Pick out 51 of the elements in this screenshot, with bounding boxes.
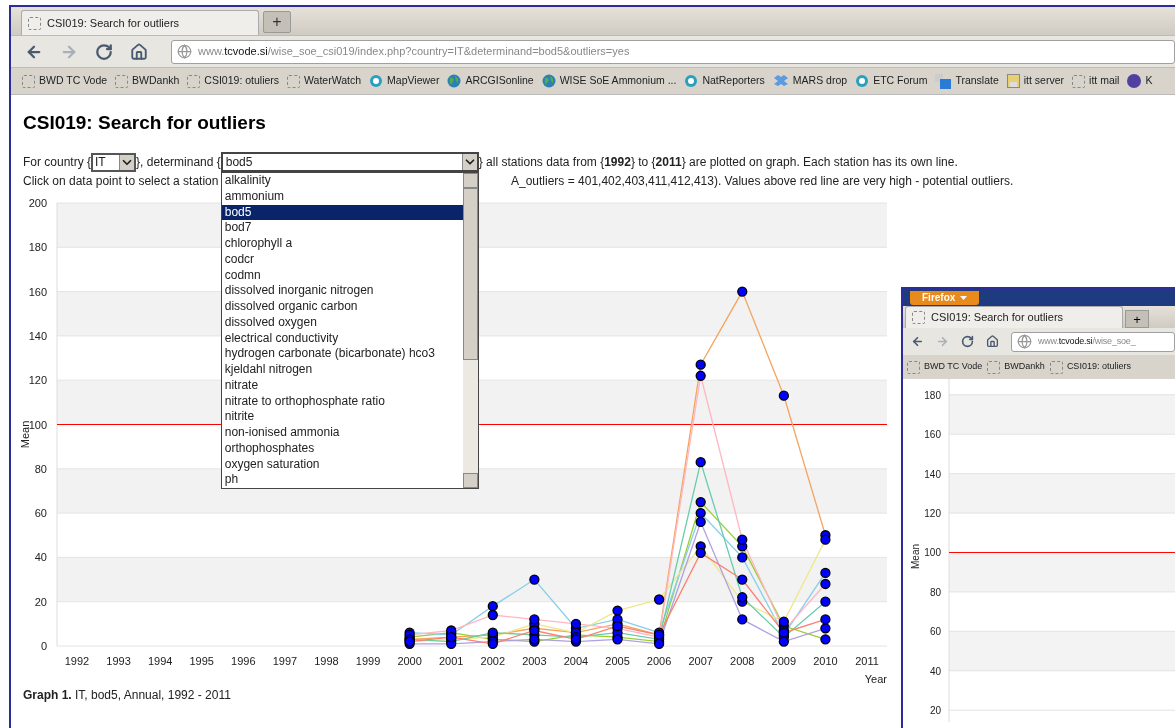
x-axis-label: Year [864, 673, 887, 685]
x-tick-label: 2009 [771, 655, 797, 667]
url-text: www.tcvode.si/wise_soe_ [1038, 334, 1136, 348]
x-tick-label: 1994 [147, 655, 173, 667]
x-tick-label: 1992 [64, 655, 90, 667]
y-tick-label: 100 [28, 418, 47, 431]
x-tick-label: 2005 [605, 655, 630, 667]
y-tick-label: 200 [28, 197, 47, 209]
x-tick-label: 1999 [355, 655, 381, 667]
x-tick-label: 2007 [688, 655, 713, 667]
y-tick-label: 120 [28, 374, 47, 387]
y-tick-label: 40 [929, 665, 941, 677]
y-tick-label: 0 [40, 640, 47, 652]
x-tick-label: 2006 [646, 655, 672, 667]
x-tick-label: 1995 [189, 655, 214, 667]
x-tick-label: 2002 [480, 655, 506, 667]
y-tick-label: 20 [929, 705, 941, 717]
y-tick-label: 80 [34, 462, 47, 475]
x-tick-label: 2010 [813, 655, 838, 667]
y-axis-label: Mean [910, 543, 921, 569]
intro-text: }, determinand { [136, 154, 221, 171]
y-tick-label: 40 [34, 551, 47, 564]
intro-text: A_outliers = 401,402,403,411,412,413). Values above red line are very high - potential outliers. [511, 173, 1014, 190]
x-tick-label: 1993 [106, 655, 131, 667]
x-tick-label: 1998 [314, 655, 339, 667]
intro-text: Click on data point to select a station [23, 173, 219, 190]
x-tick-label: 2003 [522, 655, 547, 667]
y-tick-label: 80 [929, 586, 941, 598]
x-tick-label: 2001 [438, 655, 464, 667]
url-text: www.tcvode.si/wise_soe_csi019/index.php?country=IT&determinand=bod5&outliers=yes [198, 44, 630, 60]
x-tick-label: 1996 [231, 655, 256, 667]
y-tick-label: 100 [924, 547, 941, 559]
y-tick-label: 20 [34, 595, 47, 608]
y-tick-label: 140 [924, 468, 941, 480]
x-tick-label: 2004 [563, 655, 589, 667]
x-tick-label: 2011 [855, 655, 879, 667]
y-tick-label: 140 [28, 329, 47, 342]
y-tick-label: 120 [924, 508, 941, 520]
intro-text: } all stations data from {1992} to {2011} are plotted on graph. Each station has its own line. [478, 154, 958, 171]
x-tick-label: 1997 [272, 655, 298, 667]
y-tick-label: 180 [28, 241, 47, 254]
page-title: CSI019: Search for outliers [23, 112, 267, 134]
graph-caption: Graph 1. IT, bod5, Annual, 1992 - 2011 [23, 687, 232, 704]
x-tick-label: 2000 [397, 655, 422, 667]
y-tick-label: 60 [929, 626, 941, 638]
y-tick-label: 180 [924, 389, 941, 401]
y-tick-label: 60 [34, 507, 47, 520]
y-tick-label: 160 [28, 285, 47, 298]
y-tick-label: 160 [924, 429, 941, 441]
intro-text: For country { [23, 154, 92, 171]
x-tick-label: 2008 [730, 655, 755, 667]
